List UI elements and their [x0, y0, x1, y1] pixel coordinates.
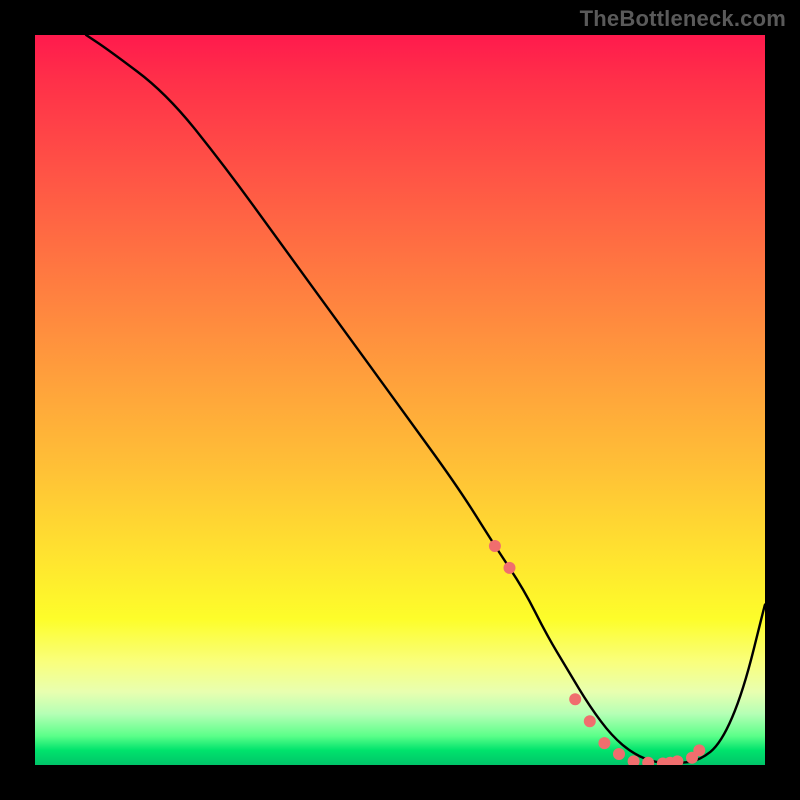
highlight-dot — [504, 562, 516, 574]
highlight-dot — [569, 693, 581, 705]
chart-svg — [35, 35, 765, 765]
highlight-dot — [693, 744, 705, 756]
highlight-dots-group — [489, 540, 705, 765]
chart-frame: TheBottleneck.com — [0, 0, 800, 800]
watermark-text: TheBottleneck.com — [580, 6, 786, 32]
highlight-dot — [584, 715, 596, 727]
plot-area — [35, 35, 765, 765]
highlight-dot — [489, 540, 501, 552]
bottleneck-curve-line — [86, 35, 765, 763]
highlight-dot — [613, 748, 625, 760]
highlight-dot — [628, 755, 640, 765]
highlight-dot — [598, 737, 610, 749]
highlight-dot — [671, 755, 683, 765]
